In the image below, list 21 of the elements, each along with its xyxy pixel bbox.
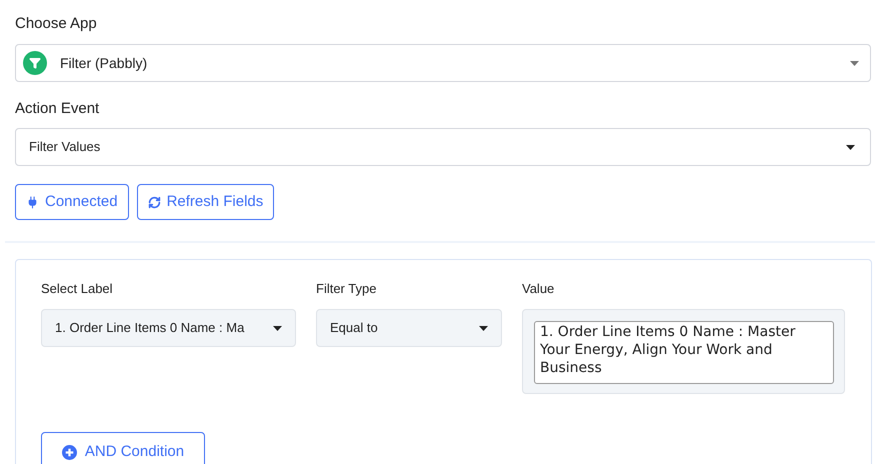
and-condition-button[interactable]: AND Condition — [41, 432, 205, 464]
caret-icon — [850, 60, 859, 66]
column-label: Select Label — [41, 280, 114, 298]
plus-circle-icon — [62, 444, 77, 460]
dropdown[interactable]: Equal to — [316, 309, 502, 347]
event-select[interactable]: Filter Values — [15, 128, 871, 166]
caret-icon — [479, 326, 488, 330]
refresh-icon — [148, 196, 161, 208]
app-select[interactable]: Filter (Pabbly) — [15, 44, 871, 82]
filter-app-icon — [23, 51, 47, 75]
dropdown[interactable]: 1. Order Line Items 0 Name : Ma — [41, 309, 296, 347]
connected-button[interactable]: Connected — [15, 184, 129, 220]
caret-icon — [273, 326, 282, 330]
refresh-button[interactable]: Refresh Fields — [136, 184, 274, 220]
plug-icon — [26, 196, 39, 208]
column-label: Filter Type — [316, 280, 378, 298]
field-label: Action Event — [15, 99, 100, 119]
column-label: Value — [522, 280, 556, 298]
caret-icon — [846, 144, 855, 150]
field-label: Choose App — [15, 14, 98, 34]
value-field[interactable]: 1. Order Line Items 0 Name : Master Your Energy, Align Your Work and Business — [534, 321, 834, 384]
